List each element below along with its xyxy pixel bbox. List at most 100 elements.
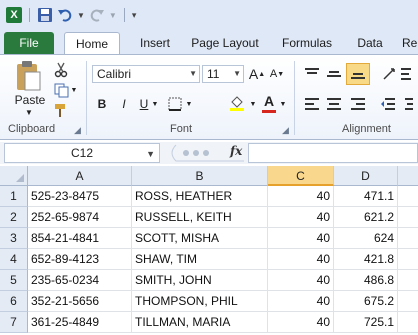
insert-function-button[interactable]: fx [230, 144, 242, 158]
tab-home[interactable]: Home [64, 32, 120, 54]
tab-file[interactable]: File [4, 32, 54, 54]
table-cell[interactable]: 252-65-9874 [28, 207, 132, 228]
font-size-dropdown-icon[interactable]: ▼ [233, 66, 241, 82]
table-cell[interactable] [398, 228, 418, 249]
table-cell[interactable]: RUSSELL, KEITH [132, 207, 268, 228]
table-cell[interactable]: 40 [268, 312, 334, 333]
undo-icon[interactable] [57, 6, 73, 24]
grow-font-button[interactable]: A ▲ [248, 65, 266, 83]
align-left-icon[interactable] [302, 95, 322, 113]
formula-input[interactable] [248, 143, 418, 163]
clipboard-dialog-launcher-icon[interactable]: ◢ [74, 125, 81, 136]
table-cell[interactable]: 624 [334, 228, 398, 249]
table-cell[interactable] [398, 207, 418, 228]
name-box-dropdown-icon[interactable]: ▼ [146, 145, 155, 163]
paste-dropdown-icon[interactable]: ▼ [22, 107, 36, 117]
borders-dropdown-icon[interactable]: ▼ [184, 99, 194, 109]
tab-formulas[interactable]: Formulas [276, 32, 338, 54]
table-cell[interactable]: 235-65-0234 [28, 270, 132, 291]
table-cell[interactable]: 725.1 [334, 312, 398, 333]
paste-button[interactable]: Paste [12, 93, 48, 107]
table-cell[interactable]: SCOTT, MISHA [132, 228, 268, 249]
row-header[interactable]: 1 [0, 186, 28, 207]
table-cell[interactable]: TILLMAN, MARIA [132, 312, 268, 333]
tab-insert[interactable]: Insert [130, 32, 180, 54]
table-cell[interactable]: SHAW, TIM [132, 249, 268, 270]
table-cell[interactable]: 40 [268, 186, 334, 207]
customize-qat-icon[interactable]: ▾ [132, 6, 137, 24]
table-cell[interactable]: 40 [268, 249, 334, 270]
decrease-indent-icon[interactable] [378, 95, 398, 113]
undo-dropdown-icon[interactable]: ▼ [77, 6, 85, 24]
table-cell[interactable]: 525-23-8475 [28, 186, 132, 207]
orientation-icon[interactable] [380, 65, 400, 83]
table-cell[interactable]: SMITH, JOHN [132, 270, 268, 291]
table-cell[interactable] [398, 291, 418, 312]
font-color-button[interactable]: A [260, 91, 278, 111]
column-header-b[interactable]: B [132, 166, 268, 186]
bold-button[interactable]: B [94, 95, 110, 113]
table-cell[interactable]: 40 [268, 228, 334, 249]
table-cell[interactable]: 40 [268, 207, 334, 228]
table-cell[interactable]: 486.8 [334, 270, 398, 291]
table-cell[interactable]: 471.1 [334, 186, 398, 207]
table-cell[interactable]: THOMPSON, PHIL [132, 291, 268, 312]
paste-icon[interactable] [10, 59, 46, 93]
font-dialog-launcher-icon[interactable]: ◢ [282, 125, 289, 136]
align-right-icon[interactable] [348, 95, 368, 113]
table-cell[interactable] [398, 312, 418, 333]
font-name-select[interactable]: Calibri ▼ [92, 65, 200, 83]
column-header-e[interactable] [398, 166, 418, 186]
tab-page-layout[interactable]: Page Layout [186, 32, 264, 54]
copy-icon[interactable] [52, 81, 70, 99]
table-cell[interactable]: 421.8 [334, 249, 398, 270]
table-cell[interactable] [398, 270, 418, 291]
row-header[interactable]: 7 [0, 312, 28, 333]
italic-button[interactable]: I [116, 95, 132, 113]
row-header[interactable]: 5 [0, 270, 28, 291]
table-cell[interactable]: 652-89-4123 [28, 249, 132, 270]
font-size-select[interactable]: 11 ▼ [202, 65, 244, 83]
column-header-d[interactable]: D [334, 166, 398, 186]
format-painter-icon[interactable] [52, 101, 70, 119]
row-header[interactable]: 4 [0, 249, 28, 270]
borders-icon[interactable] [166, 95, 184, 113]
save-icon[interactable] [37, 6, 53, 24]
align-middle-icon[interactable] [324, 65, 344, 83]
table-cell[interactable]: ROSS, HEATHER [132, 186, 268, 207]
table-cell[interactable] [398, 249, 418, 270]
column-header-c[interactable]: C [268, 166, 334, 186]
tab-data[interactable]: Data [350, 32, 390, 54]
fill-color-dropdown-icon[interactable]: ▼ [248, 99, 258, 109]
fill-color-icon[interactable] [226, 93, 248, 113]
row-header[interactable]: 6 [0, 291, 28, 312]
font-color-dropdown-icon[interactable]: ▼ [278, 99, 288, 109]
redo-dropdown-icon[interactable]: ▼ [109, 6, 117, 24]
table-cell[interactable]: 40 [268, 291, 334, 312]
table-cell[interactable]: 854-21-4841 [28, 228, 132, 249]
table-cell[interactable]: 621.2 [334, 207, 398, 228]
align-top-icon[interactable] [302, 65, 322, 83]
column-header-a[interactable]: A [28, 166, 132, 186]
align-bottom-icon[interactable] [346, 63, 370, 85]
tab-review[interactable]: Re [402, 32, 418, 54]
table-cell[interactable] [398, 186, 418, 207]
cut-icon[interactable] [52, 61, 70, 79]
shrink-arrow-icon: ▼ [277, 70, 285, 78]
shrink-font-button[interactable]: A ▼ [268, 65, 286, 83]
align-center-icon[interactable] [324, 95, 344, 113]
increase-indent-icon[interactable] [400, 95, 414, 113]
table-cell[interactable]: 361-25-4849 [28, 312, 132, 333]
table-cell[interactable]: 352-21-5656 [28, 291, 132, 312]
table-cell[interactable]: 675.2 [334, 291, 398, 312]
underline-dropdown-icon[interactable]: ▼ [150, 99, 160, 109]
select-all-button[interactable] [0, 166, 28, 186]
font-name-dropdown-icon[interactable]: ▼ [189, 66, 197, 82]
redo-icon[interactable] [89, 6, 105, 24]
name-box[interactable]: C12 ▼ [4, 143, 160, 163]
row-header[interactable]: 2 [0, 207, 28, 228]
copy-dropdown-icon[interactable]: ▼ [70, 85, 78, 95]
wrap-text-icon[interactable] [400, 65, 412, 83]
table-cell[interactable]: 40 [268, 270, 334, 291]
row-header[interactable]: 3 [0, 228, 28, 249]
